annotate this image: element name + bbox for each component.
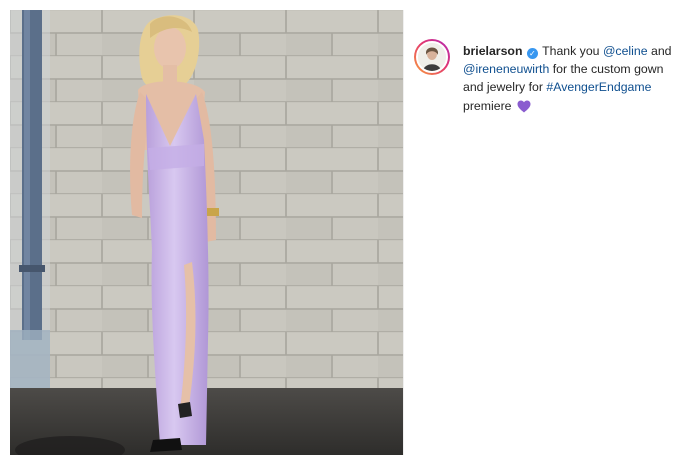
caption-row: brielarson ✓ Thank you @celine and @iren… xyxy=(414,39,686,115)
avatar-photo-icon xyxy=(418,43,446,71)
post-side-panel: brielarson ✓ Thank you @celine and @iren… xyxy=(403,10,691,455)
username-link[interactable]: brielarson xyxy=(463,44,522,58)
photo-illustration xyxy=(10,10,403,455)
caption-text: Thank you xyxy=(542,44,600,58)
post-caption: brielarson ✓ Thank you @celine and @iren… xyxy=(463,42,686,115)
avatar[interactable] xyxy=(414,39,450,75)
caption-text: and xyxy=(650,44,672,58)
avatar-image xyxy=(416,41,448,73)
instagram-post: brielarson ✓ Thank you @celine and @iren… xyxy=(10,10,690,455)
post-photo[interactable] xyxy=(10,10,403,455)
hashtag-link[interactable]: #AvengerEndgame xyxy=(546,80,651,94)
mention-link-ireneneuwirth[interactable]: @ireneneuwirth xyxy=(463,62,549,76)
caption-text: premiere xyxy=(463,98,512,113)
verified-badge-icon: ✓ xyxy=(526,48,538,59)
mention-link-celine[interactable]: @celine xyxy=(603,44,648,58)
purple-heart-icon xyxy=(517,100,531,113)
